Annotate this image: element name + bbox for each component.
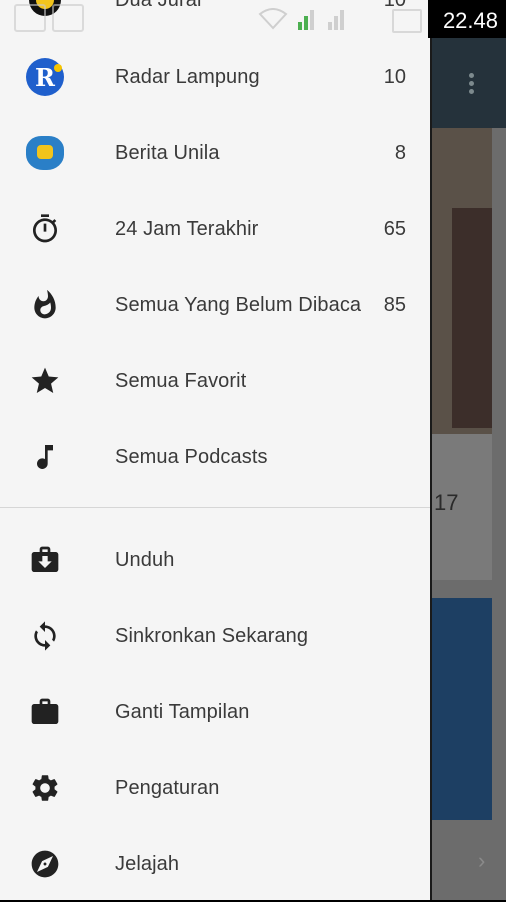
navigation-drawer: Dua Jurai 10 R Radar Lampung 10 Berita U… xyxy=(0,0,430,900)
drawer-item-label: Sinkronkan Sekarang xyxy=(115,624,309,647)
unread-count: 65 xyxy=(383,217,406,240)
unread-count: 85 xyxy=(383,293,406,316)
drawer-item-unduh[interactable]: Unduh xyxy=(0,522,430,598)
article-date-fragment: 17 xyxy=(434,490,459,515)
status-indicators xyxy=(258,6,348,32)
sync-icon xyxy=(26,617,64,655)
drawer-item-label: 24 Jam Terakhir xyxy=(115,217,259,240)
drawer-divider xyxy=(0,507,430,508)
overflow-menu-icon[interactable] xyxy=(466,70,476,100)
battery-icon xyxy=(392,9,422,33)
drawer-item-sinkronkan[interactable]: Sinkronkan Sekarang xyxy=(0,598,430,674)
drawer-item-jelajah[interactable]: Jelajah xyxy=(0,826,430,902)
download-icon xyxy=(26,541,64,579)
unread-count: 8 xyxy=(394,141,406,164)
compass-icon xyxy=(26,845,64,883)
article-image-2[interactable] xyxy=(432,598,492,820)
drawer-item-label: Unduh xyxy=(115,548,175,571)
notification-icon xyxy=(14,4,46,32)
drawer-item-semua-belum-dibaca[interactable]: Semua Yang Belum Dibaca 85 xyxy=(0,267,430,343)
drawer-item-pengaturan[interactable]: Pengaturan xyxy=(0,750,430,826)
swap-view-icon xyxy=(26,693,64,731)
gear-icon xyxy=(26,769,64,807)
image-notification-icon xyxy=(52,4,84,32)
drawer-item-label: Pengaturan xyxy=(115,776,220,799)
drawer-item-label: Radar Lampung xyxy=(115,65,260,88)
radar-lampung-logo-icon: R xyxy=(26,58,64,96)
drawer-item-label: Semua Podcasts xyxy=(115,445,268,468)
signal-sim2-icon xyxy=(328,10,344,30)
article-image[interactable] xyxy=(432,128,492,434)
unread-count: 10 xyxy=(383,65,406,88)
status-clock: 22.48 xyxy=(442,8,498,33)
chevron-right-icon[interactable]: › xyxy=(478,848,485,874)
stopwatch-icon xyxy=(26,210,64,248)
drawer-item-label: Semua Favorit xyxy=(115,369,247,392)
drawer-item-semua-favorit[interactable]: Semua Favorit xyxy=(0,343,430,419)
drawer-item-label: Semua Yang Belum Dibaca xyxy=(115,293,362,316)
unila-logo-icon xyxy=(26,134,64,172)
article-card[interactable]: 17 xyxy=(432,434,492,580)
drawer-item-semua-podcasts[interactable]: Semua Podcasts xyxy=(0,419,430,495)
drawer-item-label: Ganti Tampilan xyxy=(115,700,250,723)
status-bar: 22.48 xyxy=(0,0,506,38)
status-bar-right: 22.48 xyxy=(428,0,506,38)
drawer-edge xyxy=(430,0,432,900)
fire-icon xyxy=(26,286,64,324)
drawer-item-24-jam-terakhir[interactable]: 24 Jam Terakhir 65 xyxy=(0,191,430,267)
drawer-item-ganti-tampilan[interactable]: Ganti Tampilan xyxy=(0,674,430,750)
drawer-item-label: Berita Unila xyxy=(115,141,220,164)
notification-icons xyxy=(14,4,84,32)
drawer-item-label: Jelajah xyxy=(115,852,180,875)
wifi-icon xyxy=(258,8,288,30)
signal-sim1-icon xyxy=(298,10,314,30)
drawer-item-radar-lampung[interactable]: R Radar Lampung 10 xyxy=(0,39,430,115)
drawer-item-berita-unila[interactable]: Berita Unila 8 xyxy=(0,115,430,191)
star-icon xyxy=(26,362,64,400)
music-note-icon xyxy=(26,438,64,476)
